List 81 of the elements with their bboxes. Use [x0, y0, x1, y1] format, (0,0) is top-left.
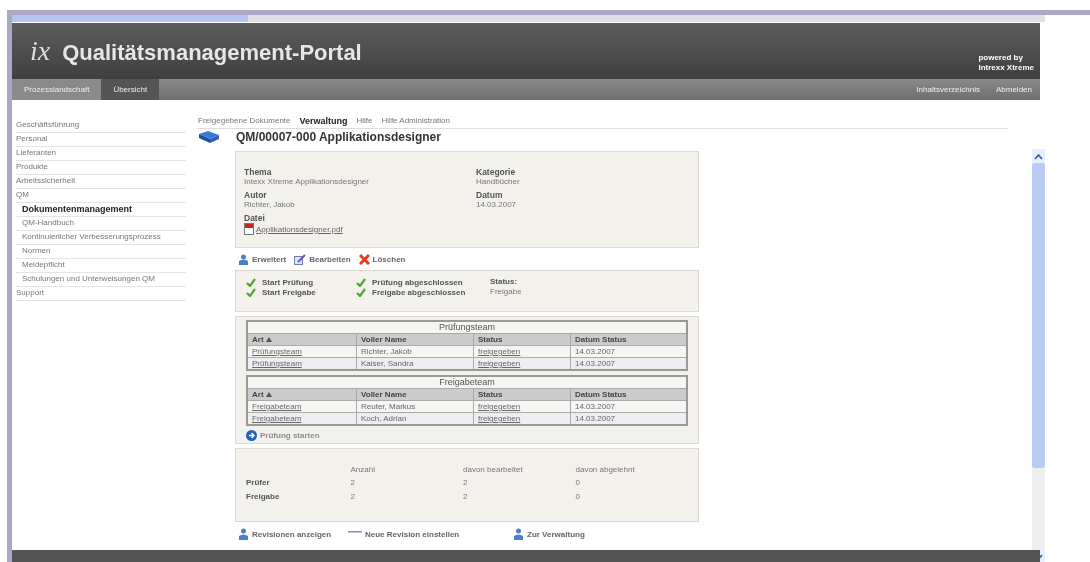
edit-icon	[294, 253, 307, 265]
sidebar-item[interactable]: Geschäftsführung	[16, 119, 186, 133]
table-cell-text: 0	[575, 491, 581, 501]
user-icon	[238, 528, 249, 540]
nav-link[interactable]: Abmelden	[987, 79, 1040, 100]
user-icon	[238, 253, 249, 265]
step-label: Prüfung abgeschlossen	[372, 277, 463, 287]
field-value: Richter, Jakob	[244, 200, 296, 209]
arrow-circle-icon	[246, 430, 257, 441]
nav-tab[interactable]: Prozesslandschaft	[12, 79, 102, 100]
action-link[interactable]: Löschen	[358, 253, 406, 265]
tab[interactable]: Hilfe	[356, 116, 373, 126]
table-cell: 14.03.2007	[575, 347, 616, 356]
row-label: Freigabe	[246, 491, 281, 501]
table-cell: 14.03.2007	[575, 402, 616, 411]
sidebar-item[interactable]: Meldepflicht	[16, 259, 186, 273]
document-title: QM/00007-000 Applikationsdesigner	[236, 130, 441, 144]
table-cell: Kaiser, Sandra	[361, 359, 414, 368]
sidebar-item[interactable]: Support	[16, 287, 186, 301]
sidebar-item[interactable]: Schulungen und Unterweisungen QM	[16, 273, 186, 287]
field-value: Handbücher	[476, 177, 521, 186]
field-value: Intexx Xtreme Applikationsdesigner	[244, 177, 370, 186]
table-cell-text: 2	[463, 477, 469, 487]
sidebar-item[interactable]: QM-Handbuch	[16, 217, 186, 231]
nav-link[interactable]: Inhaltsverzeichnis	[908, 79, 988, 100]
table-cell-text: 2	[350, 491, 356, 501]
table-cell: 14.03.2007	[575, 359, 616, 368]
footer-link[interactable]: Zur Verwaltung	[513, 528, 623, 540]
sort-icon	[265, 392, 272, 397]
step-label: Start Freigabe	[262, 287, 316, 297]
sidebar-item[interactable]: Dokumentenmanagement	[16, 203, 186, 217]
field-label: Datum	[476, 190, 504, 200]
sidebar-item[interactable]: Personal	[16, 133, 186, 147]
tab[interactable]: Hilfe Administration	[381, 116, 451, 126]
powered-by-text: powered by	[978, 53, 1024, 63]
scroll-up-icon[interactable]	[1034, 152, 1043, 160]
field-label: Kategorie	[476, 167, 517, 177]
field-label: Datei	[244, 213, 266, 223]
status-label: Status:	[490, 277, 519, 287]
sort-icon	[265, 337, 272, 342]
column-header: Anzahl	[350, 464, 376, 474]
sidebar-item[interactable]: Lieferanten	[16, 147, 186, 161]
field-label: Thema	[244, 167, 273, 177]
table-title: Freigabeteam	[247, 376, 687, 389]
sidebar-item[interactable]: Kontinuierlicher Verbesserungsprozess	[16, 231, 186, 245]
step-label: Freigabe abgeschlossen	[372, 287, 466, 297]
field-value: 14.03.2007	[476, 200, 518, 209]
action-link[interactable]: Erweitert	[238, 253, 287, 265]
column-header: davon abgelehnt	[575, 464, 636, 474]
scroll-thumb[interactable]	[1032, 163, 1045, 468]
table-cell-text: 2	[463, 491, 469, 501]
table-cell: 14.03.2007	[575, 414, 616, 423]
book-icon	[198, 130, 220, 144]
nav-tab[interactable]: Übersicht	[101, 79, 160, 100]
footer-link[interactable]: Neue Revision einstellen	[348, 528, 513, 540]
table-cell: Reuter, Markus	[361, 402, 416, 411]
pdf-file-icon	[244, 223, 254, 235]
row-label: Prüfer	[246, 477, 271, 487]
table-cell: Koch, Adrian	[361, 414, 407, 423]
footer-link[interactable]: Revisionen anzeigen	[238, 528, 338, 540]
status-value: Freigabe	[490, 287, 522, 297]
sidebar-item[interactable]: Produkte	[16, 161, 186, 175]
powered-by-text: Intrexx Xtreme	[978, 63, 1034, 73]
sidebar-item[interactable]: Arbeitssicherheit	[16, 175, 186, 189]
column-header: davon bearbeitet	[463, 464, 524, 474]
table-cell-text: 2	[350, 477, 356, 487]
tab[interactable]: Verwaltung	[299, 116, 348, 126]
field-label: Autor	[244, 190, 268, 200]
user-icon	[513, 528, 524, 540]
delete-icon	[358, 253, 370, 265]
table-title: Prüfungsteam	[247, 321, 687, 334]
portal-title: Qualitätsmanagement-Portal	[62, 40, 362, 66]
file-link[interactable]: Applikationsdesigner.pdf	[256, 224, 343, 234]
step-label: Start Prüfung	[262, 277, 314, 287]
logo: ix	[30, 35, 51, 67]
sidebar-item[interactable]: QM	[16, 189, 186, 203]
action-link[interactable]: Bearbeiten	[294, 253, 351, 265]
table-cell-text: 0	[575, 477, 581, 487]
sidebar-item[interactable]: Normen	[16, 245, 186, 259]
tab[interactable]: Freigegebene Dokumente	[198, 116, 291, 126]
table-cell: Richter, Jakob	[361, 347, 412, 356]
